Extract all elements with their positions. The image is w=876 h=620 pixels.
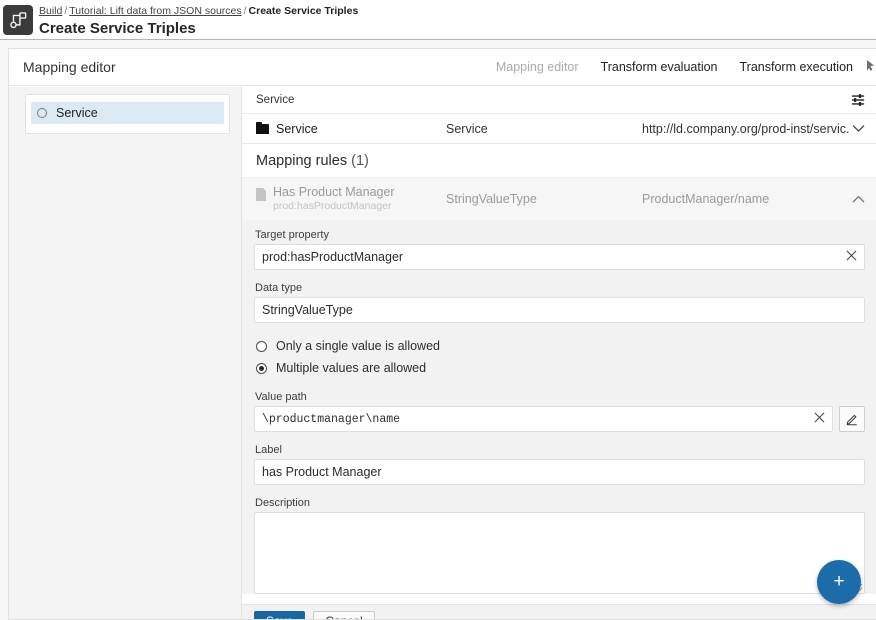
- rule-form: Target property Data type: [242, 220, 876, 594]
- page-title: Create Service Triples: [39, 19, 358, 38]
- rule-title: Has Product Manager: [273, 185, 395, 200]
- circle-radio-icon: [37, 108, 47, 118]
- target-property-field-wrap: [254, 244, 865, 270]
- tab-mapping-editor[interactable]: Mapping editor: [485, 49, 590, 85]
- form-footer: Save Cancel: [242, 604, 876, 619]
- document-icon: [256, 188, 266, 201]
- editor-body: Service Service: [9, 87, 876, 619]
- description-field-wrap: [254, 512, 865, 594]
- label-field-label: Label: [255, 444, 865, 456]
- value-path-field-wrap: [254, 406, 833, 432]
- object-row[interactable]: Service Service http://ld.company.org/pr…: [242, 114, 876, 144]
- sidebar-item-service[interactable]: Service: [31, 102, 224, 124]
- target-property-input[interactable]: [254, 244, 865, 270]
- mapping-rules-count: (1): [351, 153, 369, 169]
- plus-icon: +: [833, 571, 844, 593]
- object-type: Service: [446, 122, 642, 136]
- radio-unchecked-icon: [256, 341, 267, 352]
- label-input[interactable]: [254, 459, 865, 485]
- folder-icon: [256, 124, 269, 134]
- cancel-button[interactable]: Cancel: [313, 611, 374, 619]
- rule-text-block: Has Product Manager prod:hasProductManag…: [273, 185, 395, 213]
- radio-single-value-label: Only a single value is allowed: [276, 339, 440, 353]
- rule-source-path: ProductManager/name: [642, 192, 849, 206]
- tab-bar: Mapping editor Transform evaluation Tran…: [485, 49, 864, 85]
- sliders-icon[interactable]: [851, 93, 865, 107]
- add-button[interactable]: +: [817, 560, 861, 604]
- description-textarea[interactable]: [254, 512, 865, 594]
- radio-checked-icon: [256, 363, 267, 374]
- cardinality-radio-group: Only a single value is allowed Multiple …: [256, 335, 865, 379]
- chevron-down-icon[interactable]: [849, 121, 865, 136]
- title-block: Build /Tutorial: Lift data from JSON sour…: [39, 3, 358, 38]
- object-name-cell: Service: [256, 122, 446, 136]
- chevron-up-icon[interactable]: [849, 192, 865, 207]
- editor-breadcrumb-label: Service: [256, 94, 294, 106]
- data-type-label: Data type: [255, 282, 865, 294]
- value-path-label: Value path: [255, 391, 865, 403]
- editor-breadcrumb: Service: [242, 87, 876, 114]
- value-path-input[interactable]: [254, 406, 833, 432]
- breadcrumb-item-build[interactable]: Build: [39, 5, 62, 17]
- target-property-label: Target property: [255, 229, 865, 241]
- mapping-editor-card: Mapping editor Mapping editor Transform …: [8, 48, 876, 620]
- mapping-rules-header: Mapping rules (1): [242, 144, 876, 178]
- tab-transform-execution[interactable]: Transform execution: [729, 49, 864, 85]
- rule-datatype: StringValueType: [446, 192, 642, 206]
- label-field-wrap: [254, 459, 865, 485]
- top-bar: Build /Tutorial: Lift data from JSON sour…: [0, 0, 876, 40]
- mapping-rule-row[interactable]: Has Product Manager prod:hasProductManag…: [242, 178, 876, 220]
- rule-editor-panel: Service Service Serv: [241, 87, 876, 619]
- breadcrumb: Build /Tutorial: Lift data from JSON sour…: [39, 5, 358, 18]
- object-tree-panel: Service: [25, 94, 230, 134]
- graph-nodes-icon: [3, 5, 33, 35]
- data-type-input[interactable]: [254, 297, 865, 323]
- breadcrumb-separator: /: [242, 5, 249, 17]
- object-name: Service: [276, 122, 318, 136]
- breadcrumb-item-current: Create Service Triples: [249, 5, 359, 17]
- tab-transform-evaluation[interactable]: Transform evaluation: [590, 49, 729, 85]
- sidebar-item-label: Service: [56, 106, 98, 120]
- mapping-rules-title: Mapping rules: [256, 153, 347, 169]
- rule-name-cell: Has Product Manager prod:hasProductManag…: [256, 185, 446, 213]
- card-title: Mapping editor: [23, 59, 116, 75]
- close-icon[interactable]: [844, 249, 858, 265]
- description-label: Description: [255, 497, 865, 509]
- data-type-field-wrap: [254, 297, 865, 323]
- rule-subtitle: prod:hasProductManager: [273, 200, 395, 213]
- radio-multiple-values[interactable]: Multiple values are allowed: [256, 357, 865, 379]
- close-icon[interactable]: [812, 411, 826, 427]
- radio-multiple-values-label: Multiple values are allowed: [276, 361, 426, 375]
- object-uri: http://ld.company.org/prod-inst/servic..…: [642, 122, 849, 136]
- card-header: Mapping editor Mapping editor Transform …: [9, 49, 876, 86]
- breadcrumb-item-tutorial[interactable]: Tutorial: Lift data from JSON sources: [69, 5, 241, 17]
- radio-single-value[interactable]: Only a single value is allowed: [256, 335, 865, 357]
- value-path-row: [254, 406, 865, 432]
- pencil-icon[interactable]: [839, 406, 865, 432]
- save-button[interactable]: Save: [254, 611, 305, 619]
